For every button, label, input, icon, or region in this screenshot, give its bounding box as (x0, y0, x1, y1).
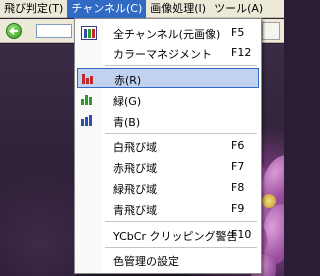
menu-item-white-clipping[interactable]: 白飛び域 F6 (77, 136, 259, 156)
menu-item-ycbcr-clipping-warning[interactable]: YCbCr クリッピング警告 F10 (77, 225, 259, 245)
menu-item-label: 緑飛び域 (113, 183, 157, 196)
menu-item-blue[interactable]: 青(B) (77, 111, 259, 131)
menu-item-green[interactable]: 緑(G) (77, 90, 259, 110)
menu-item-label: 緑(G) (113, 95, 142, 108)
menu-item-all-channels[interactable]: 全チャンネル(元画像) F5 (77, 23, 259, 43)
menu-item-color-management-settings[interactable]: 色管理の設定 (77, 250, 259, 270)
shortcut-label: F8 (231, 181, 245, 194)
menu-item-red[interactable]: 赤(R) (77, 68, 259, 88)
shortcut-label: F5 (231, 26, 245, 39)
menu-jump-judgement[interactable]: 飛び判定(T) (0, 0, 67, 18)
shortcut-label: F6 (231, 139, 245, 152)
menu-item-red-clipping[interactable]: 赤飛び域 F7 (77, 157, 259, 177)
flower-center (262, 194, 276, 208)
menu-channel[interactable]: チャンネル(C) (67, 0, 147, 18)
menu-item-color-management[interactable]: カラーマネジメント F12 (77, 43, 259, 63)
menu-separator (105, 65, 257, 66)
channel-menu: 全チャンネル(元画像) F5 カラーマネジメント F12 赤(R) 緑(G) 青… (74, 18, 262, 274)
menu-item-label: 青(B) (113, 116, 141, 129)
menu-item-label: 赤(R) (114, 74, 142, 87)
toolbar-slider-field[interactable] (36, 24, 72, 38)
red-bars-icon (82, 72, 98, 86)
toolbar-button[interactable] (262, 22, 280, 40)
shortcut-label: F12 (231, 46, 252, 59)
back-arrow-icon[interactable] (6, 23, 22, 39)
menu-separator (105, 221, 257, 222)
menu-item-green-clipping[interactable]: 緑飛び域 F8 (77, 178, 259, 198)
green-bars-icon (81, 93, 97, 107)
menu-item-label: カラーマネジメント (113, 48, 212, 61)
menu-item-label: 全チャンネル(元画像) (113, 28, 221, 41)
menu-bar: 飛び判定(T) チャンネル(C) 画像処理(I) ツール(A) (0, 0, 284, 18)
shortcut-label: F9 (231, 202, 245, 215)
menu-item-label: YCbCr クリッピング警告 (113, 230, 238, 243)
rgb-bars-icon (81, 26, 97, 40)
menu-item-label: 白飛び域 (113, 141, 157, 154)
menu-item-label: 赤飛び域 (113, 162, 157, 175)
blue-bars-icon (81, 114, 97, 128)
menu-separator (105, 133, 257, 134)
menu-item-blue-clipping[interactable]: 青飛び域 F9 (77, 199, 259, 219)
menu-item-label: 青飛び域 (113, 204, 157, 217)
menu-image-processing[interactable]: 画像処理(I) (146, 0, 210, 18)
shortcut-label: F7 (231, 160, 245, 173)
menu-separator (105, 247, 257, 248)
shortcut-label: F10 (231, 228, 252, 241)
menu-item-label: 色管理の設定 (113, 255, 179, 268)
menu-tools[interactable]: ツール(A) (210, 0, 267, 18)
